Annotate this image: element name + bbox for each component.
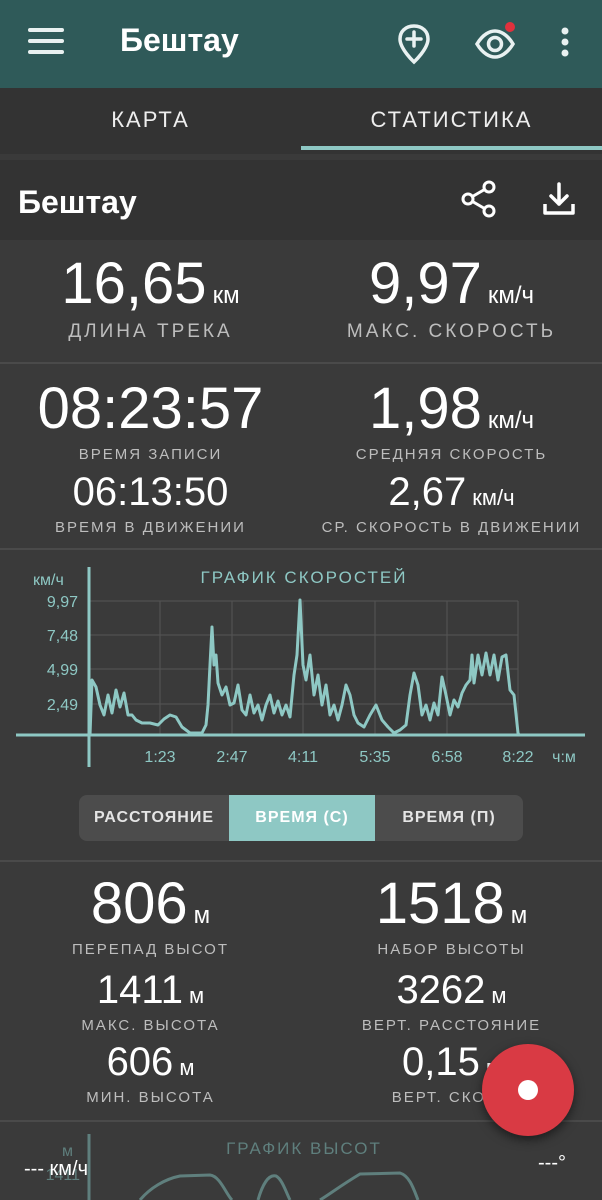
more-vert-icon[interactable] xyxy=(545,22,585,66)
elevation-drop-unit: м xyxy=(193,902,211,929)
max-speed-label: МАКС. СКОРОСТЬ xyxy=(346,321,557,342)
elevation-chart-title: ГРАФИК ВЫСОТ xyxy=(226,1139,382,1158)
stat-elevation-drop: 806 м ПЕРЕПАД ВЫСОТ xyxy=(0,870,301,958)
record-button[interactable] xyxy=(482,1044,574,1136)
x-axis-mode-selector: РАССТОЯНИЕ ВРЕМЯ (С) ВРЕМЯ (П) xyxy=(79,795,523,841)
speed-y-tick: 7,48 xyxy=(47,628,78,645)
tab-map[interactable]: КАРТА xyxy=(0,88,301,154)
moving-avg-speed-label: СР. СКОРОСТЬ В ДВИЖЕНИИ xyxy=(321,519,582,536)
speed-chart[interactable]: км/ч ГРАФИК СКОРОСТЕЙ 9,97 7,48 4,99 2,4… xyxy=(0,555,602,780)
current-bearing: ---° xyxy=(538,1152,566,1174)
add-location-icon[interactable] xyxy=(392,22,436,66)
stat-max-elevation: 1411 м МАКС. ВЫСОТА xyxy=(0,968,301,1034)
stat-avg-speed: 1,98 км/ч СРЕДНЯЯ СКОРОСТЬ xyxy=(301,375,602,463)
speed-x-tick: 6:58 xyxy=(431,749,462,766)
download-icon[interactable] xyxy=(540,180,578,218)
vertical-distance-unit: м xyxy=(491,983,507,1008)
distance-unit: км xyxy=(212,282,240,309)
elevation-gain-unit: м xyxy=(510,902,528,929)
record-time-label: ВРЕМЯ ЗАПИСИ xyxy=(78,446,223,463)
vertical-speed-value: 0,15 xyxy=(402,1040,480,1084)
tab-statistics[interactable]: СТАТИСТИКА xyxy=(301,88,602,154)
min-elevation-label: МИН. ВЫСОТА xyxy=(86,1089,215,1106)
current-speed: --- км/ч xyxy=(24,1158,89,1180)
record-icon xyxy=(518,1080,538,1100)
track-header: Бештау xyxy=(0,160,602,240)
speed-x-tick: 2:47 xyxy=(216,749,247,766)
max-elevation-value: 1411 xyxy=(96,968,183,1012)
speed-x-unit: ч:м xyxy=(552,749,576,766)
speed-chart-y-unit: км/ч xyxy=(33,572,64,589)
stat-moving-time: 06:13:50 ВРЕМЯ В ДВИЖЕНИИ xyxy=(0,470,301,536)
max-speed-value: 9,97 xyxy=(368,251,482,316)
stat-moving-avg-speed: 2,67 км/ч СР. СКОРОСТЬ В ДВИЖЕНИИ xyxy=(301,470,602,536)
stat-vertical-distance: 3262 м ВЕРТ. РАССТОЯНИЕ xyxy=(301,968,602,1034)
divider xyxy=(0,860,602,862)
elevation-drop-label: ПЕРЕПАД ВЫСОТ xyxy=(71,941,230,958)
speed-y-tick: 9,97 xyxy=(47,594,78,611)
stat-record-time: 08:23:57 ВРЕМЯ ЗАПИСИ xyxy=(0,375,301,463)
mode-time-moving-button[interactable]: ВРЕМЯ (П) xyxy=(375,795,523,841)
track-name: Бештау xyxy=(18,184,137,220)
max-elevation-label: МАКС. ВЫСОТА xyxy=(81,1017,220,1034)
max-elevation-unit: м xyxy=(188,983,205,1008)
share-icon[interactable] xyxy=(460,180,498,218)
speed-x-tick: 4:11 xyxy=(288,749,318,766)
mode-distance-button[interactable]: РАССТОЯНИЕ xyxy=(79,795,229,841)
mode-time-total-button[interactable]: ВРЕМЯ (С) xyxy=(229,795,375,841)
divider xyxy=(0,362,602,364)
stat-distance: 16,65 км ДЛИНА ТРЕКА xyxy=(0,250,301,343)
distance-label: ДЛИНА ТРЕКА xyxy=(68,321,233,342)
speed-x-tick: 8:22 xyxy=(502,749,533,766)
vertical-distance-value: 3262 xyxy=(396,968,486,1012)
speed-chart-title: ГРАФИК СКОРОСТЕЙ xyxy=(200,568,407,587)
elevation-chart-line xyxy=(138,1171,420,1200)
stat-elevation-gain: 1518 м НАБОР ВЫСОТЫ xyxy=(301,870,602,958)
stat-min-elevation: 606 м МИН. ВЫСОТА xyxy=(0,1040,301,1106)
app-bar: Бештау xyxy=(0,0,602,88)
moving-avg-speed-value: 2,67 xyxy=(388,470,467,514)
tab-bar: КАРТА СТАТИСТИКА xyxy=(0,88,602,154)
max-speed-unit: км/ч xyxy=(487,282,535,309)
stat-max-speed: 9,97 км/ч МАКС. СКОРОСТЬ xyxy=(301,250,602,343)
elevation-drop-value: 806 xyxy=(90,871,188,936)
elevation-gain-label: НАБОР ВЫСОТЫ xyxy=(377,941,526,958)
speed-y-tick: 4,99 xyxy=(47,662,78,679)
avg-speed-label: СРЕДНЯЯ СКОРОСТЬ xyxy=(355,446,548,463)
moving-avg-speed-unit: км/ч xyxy=(472,485,515,510)
visibility-icon[interactable] xyxy=(473,22,517,66)
moving-time-label: ВРЕМЯ В ДВИЖЕНИИ xyxy=(55,519,246,536)
elevation-gain-value: 1518 xyxy=(375,871,505,936)
speed-y-tick: 2,49 xyxy=(47,697,78,714)
divider xyxy=(0,548,602,550)
min-elevation-unit: м xyxy=(179,1055,195,1080)
avg-speed-value: 1,98 xyxy=(368,376,482,441)
menu-icon[interactable] xyxy=(28,28,64,58)
min-elevation-value: 606 xyxy=(106,1040,174,1084)
vertical-distance-label: ВЕРТ. РАССТОЯНИЕ xyxy=(361,1017,542,1034)
elevation-chart[interactable]: м ГРАФИК ВЫСОТ 1411 xyxy=(0,1124,602,1200)
speed-chart-line xyxy=(88,598,521,736)
distance-value: 16,65 xyxy=(61,251,207,316)
moving-time-value: 06:13:50 xyxy=(72,470,229,514)
speed-x-tick: 1:23 xyxy=(144,749,175,766)
app-title: Бештау xyxy=(120,22,239,58)
avg-speed-unit: км/ч xyxy=(487,407,535,434)
speed-x-tick: 5:35 xyxy=(359,749,390,766)
record-time-value: 08:23:57 xyxy=(37,376,264,441)
